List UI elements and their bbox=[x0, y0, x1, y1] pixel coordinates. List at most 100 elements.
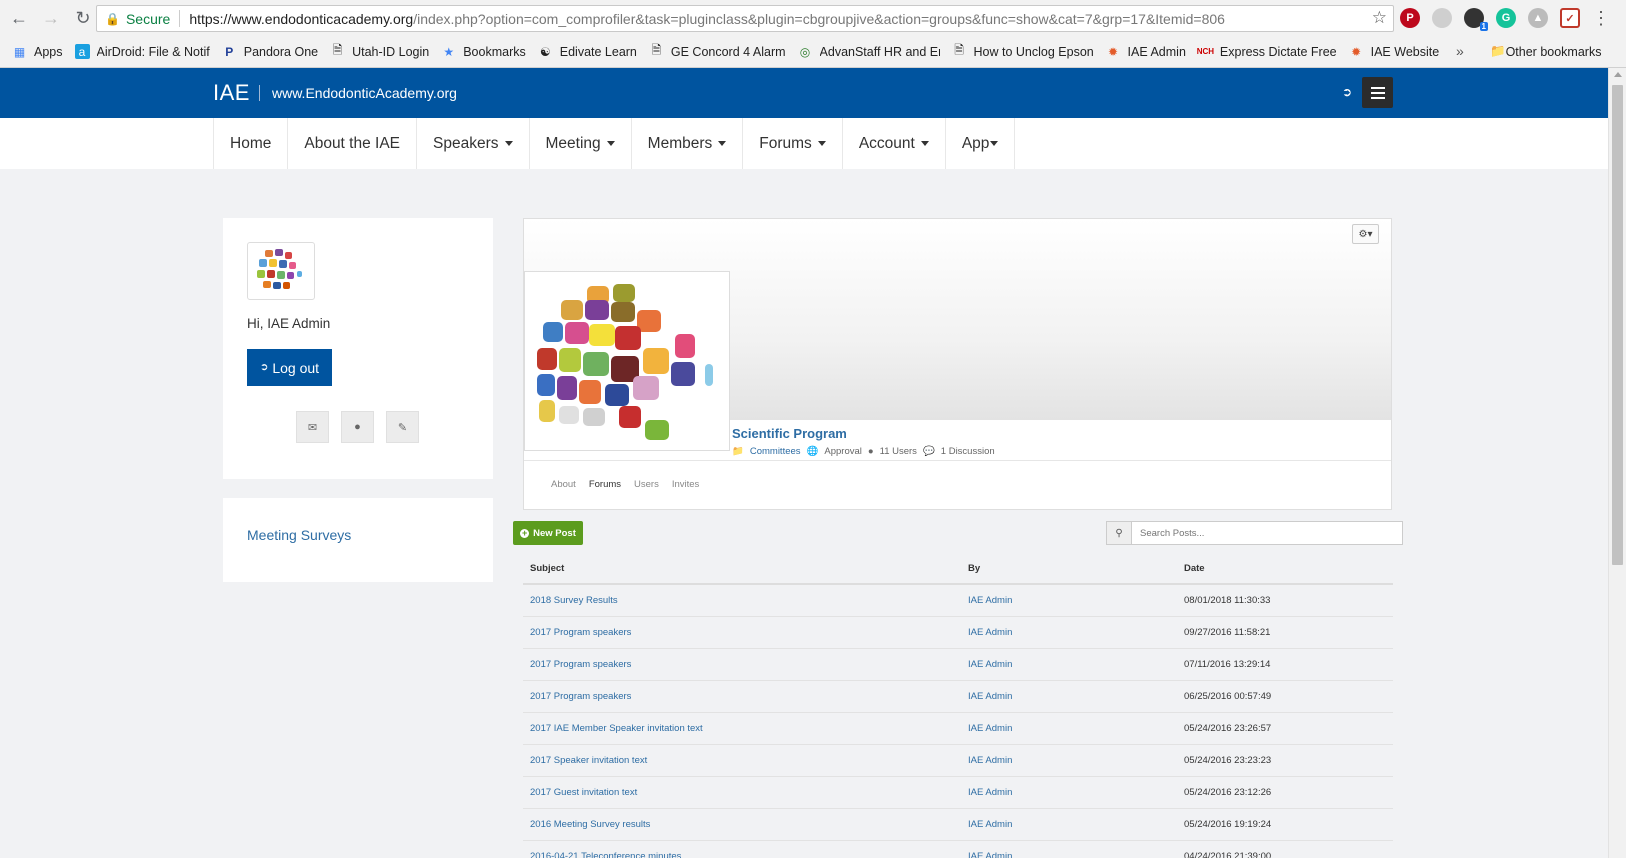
group-category-link[interactable]: Committees bbox=[750, 446, 801, 457]
post-author-cell: IAE Admin bbox=[961, 584, 1177, 617]
joomla-icon: ✹ bbox=[1351, 44, 1362, 59]
avatar[interactable] bbox=[247, 242, 315, 300]
bookmark-iae-admin[interactable]: ✹ IAE Admin bbox=[1106, 44, 1186, 59]
post-subject-cell: 2017 Program speakers bbox=[523, 680, 961, 713]
post-subject-link[interactable]: 2017 Speaker invitation text bbox=[530, 755, 647, 766]
post-subject-link[interactable]: 2017 Guest invitation text bbox=[530, 787, 637, 798]
nav-about[interactable]: About the IAE bbox=[288, 118, 418, 169]
post-subject-link[interactable]: 2017 Program speakers bbox=[530, 691, 631, 702]
table-row: 2018 Survey Results IAE Admin 08/01/2018 1… bbox=[523, 584, 1393, 617]
extension-badge-icon[interactable]: 1 bbox=[1464, 8, 1488, 31]
user-icon: ● bbox=[867, 446, 874, 457]
group-title[interactable]: Scientific Program bbox=[732, 426, 847, 441]
tab-forums[interactable]: Forums bbox=[589, 479, 621, 490]
sign-out-icon[interactable]: ➲ bbox=[1342, 85, 1352, 99]
nav-account[interactable]: Account bbox=[843, 118, 946, 169]
bookmark-edivate[interactable]: ☯ Edivate Learn bbox=[538, 44, 637, 59]
globe-logo-icon bbox=[257, 249, 302, 289]
nav-home[interactable]: Home bbox=[214, 118, 289, 169]
bookmark-apps[interactable]: ▦ Apps bbox=[12, 44, 63, 59]
new-post-button[interactable]: + New Post bbox=[513, 521, 583, 545]
post-author-link[interactable]: IAE Admin bbox=[968, 755, 1012, 766]
bookmarks-overflow-icon[interactable]: » bbox=[1456, 43, 1464, 59]
bookmark-star-icon[interactable]: ☆ bbox=[1372, 8, 1387, 28]
grammarly-icon[interactable]: G bbox=[1496, 8, 1516, 28]
post-subject-link[interactable]: 2016-04-21 Teleconference minutes bbox=[530, 851, 681, 858]
bookmark-iae-website[interactable]: ✹ IAE Website bbox=[1349, 44, 1440, 59]
pocket-icon[interactable]: ✓ bbox=[1560, 8, 1580, 28]
table-row: 2017 Program speakers IAE Admin 09/27/2016… bbox=[523, 616, 1393, 649]
bookmark-label: IAE Website bbox=[1370, 44, 1440, 59]
post-author-link[interactable]: IAE Admin bbox=[968, 691, 1012, 702]
post-subject-link[interactable]: 2017 Program speakers bbox=[530, 659, 631, 670]
post-subject-link[interactable]: 2017 Program speakers bbox=[530, 627, 631, 638]
post-date: 05/24/2016 23:23:23 bbox=[1177, 744, 1393, 777]
tab-invites[interactable]: Invites bbox=[672, 479, 699, 490]
other-bookmarks[interactable]: 📁 Other bookmarks bbox=[1490, 44, 1601, 59]
pandora-icon: P bbox=[225, 44, 234, 59]
nav-members[interactable]: Members bbox=[632, 118, 744, 169]
bookmark-airdroid[interactable]: a AirDroid: File & Notif bbox=[74, 44, 210, 59]
envelope-icon[interactable]: ✉ bbox=[296, 411, 329, 443]
tab-about[interactable]: About bbox=[551, 479, 576, 490]
post-author-link[interactable]: IAE Admin bbox=[968, 723, 1012, 734]
site-url[interactable]: www.EndodonticAcademy.org bbox=[272, 85, 457, 101]
post-author-link[interactable]: IAE Admin bbox=[968, 851, 1012, 858]
column-date[interactable]: Date bbox=[1177, 553, 1393, 585]
site-brand[interactable]: IAE bbox=[213, 80, 250, 106]
browser-menu-icon[interactable]: ⋮ bbox=[1592, 8, 1610, 29]
page-scrollbar[interactable] bbox=[1608, 68, 1626, 858]
bookmark-express-dictate[interactable]: NCH Express Dictate Free bbox=[1197, 44, 1337, 59]
nav-label: Forums bbox=[759, 134, 812, 152]
search-posts-input[interactable] bbox=[1132, 521, 1403, 545]
nav-label: About the IAE bbox=[304, 134, 401, 152]
bookmark-label: AirDroid: File & Notif bbox=[96, 44, 210, 59]
post-subject-link[interactable]: 2018 Survey Results bbox=[530, 595, 618, 606]
post-search: ⚲ bbox=[1106, 521, 1403, 545]
group-users-count: 11 Users bbox=[879, 446, 917, 457]
post-subject-link[interactable]: 2016 Meeting Survey results bbox=[530, 819, 650, 830]
gear-icon[interactable]: ⚙▾ bbox=[1352, 224, 1379, 244]
post-author-link[interactable]: IAE Admin bbox=[968, 627, 1012, 638]
column-subject[interactable]: Subject bbox=[523, 553, 961, 585]
scroll-up-arrow-icon[interactable] bbox=[1614, 72, 1622, 77]
bookmark-utah-id[interactable]: 🗎 Utah-ID Login bbox=[330, 43, 429, 59]
logout-button[interactable]: ➲ Log out bbox=[247, 349, 332, 386]
column-by[interactable]: By bbox=[961, 553, 1177, 585]
scroll-thumb[interactable] bbox=[1612, 85, 1623, 565]
bookmark-advanstaff[interactable]: ◎ AdvanStaff HR and Em bbox=[798, 44, 940, 59]
post-author-link[interactable]: IAE Admin bbox=[968, 819, 1012, 830]
address-bar[interactable]: 🔒 Secure https://www.endodonticacademy.o… bbox=[96, 5, 1394, 32]
nav-speakers[interactable]: Speakers bbox=[417, 118, 530, 169]
post-author-link[interactable]: IAE Admin bbox=[968, 787, 1012, 798]
bookmark-pandora[interactable]: P Pandora One bbox=[222, 44, 318, 59]
bookmark-label: How to Unclog Epson bbox=[973, 44, 1094, 59]
tab-users[interactable]: Users bbox=[634, 479, 659, 490]
post-author-link[interactable]: IAE Admin bbox=[968, 659, 1012, 670]
plus-circle-icon: + bbox=[520, 527, 530, 538]
search-icon[interactable]: ⚲ bbox=[1106, 521, 1132, 545]
nav-forums[interactable]: Forums bbox=[743, 118, 843, 169]
post-subject-link[interactable]: 2017 IAE Member Speaker invitation text bbox=[530, 723, 703, 734]
bookmark-label: Apps bbox=[34, 44, 63, 59]
pencil-icon[interactable]: ✎ bbox=[386, 411, 419, 443]
table-row: 2017 Guest invitation text IAE Admin 05/24… bbox=[523, 776, 1393, 809]
bookmark-ge-concord[interactable]: 🗎 GE Concord 4 Alarm bbox=[649, 43, 786, 59]
omnibox-divider bbox=[179, 10, 181, 27]
hamburger-menu-icon[interactable] bbox=[1362, 77, 1393, 108]
meeting-surveys-link[interactable]: Meeting Surveys bbox=[247, 527, 351, 543]
bookmark-label: IAE Admin bbox=[1127, 44, 1186, 59]
pinterest-icon[interactable]: P bbox=[1400, 8, 1420, 28]
circle-extension-icon[interactable] bbox=[1432, 8, 1452, 28]
caret-down-icon bbox=[817, 141, 826, 146]
bookmark-bookmarks[interactable]: ★ Bookmarks bbox=[441, 44, 525, 59]
nav-app[interactable]: App bbox=[946, 118, 1016, 169]
back-arrow-icon[interactable]: ← bbox=[6, 5, 32, 31]
reload-icon[interactable]: ↻ bbox=[70, 5, 96, 31]
nav-meeting[interactable]: Meeting bbox=[530, 118, 632, 169]
drive-icon[interactable]: ▲ bbox=[1528, 8, 1548, 28]
post-author-link[interactable]: IAE Admin bbox=[968, 595, 1012, 606]
user-icon[interactable]: ● bbox=[341, 411, 374, 443]
bookmark-epson[interactable]: 🗎 How to Unclog Epson bbox=[952, 43, 1094, 59]
forward-arrow-icon[interactable]: → bbox=[38, 5, 64, 31]
